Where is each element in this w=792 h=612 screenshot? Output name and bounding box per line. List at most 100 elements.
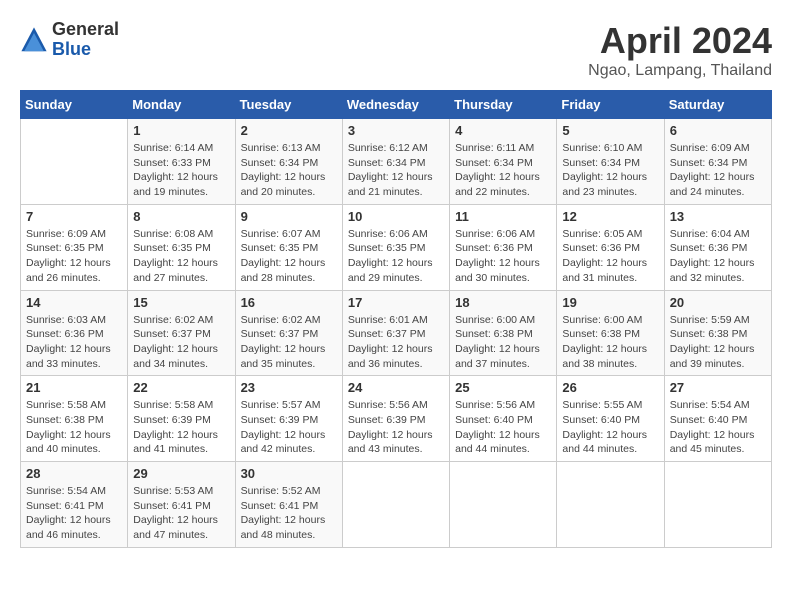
day-header-thursday: Thursday bbox=[450, 91, 557, 119]
cell-info: Sunrise: 5:58 AMSunset: 6:38 PMDaylight:… bbox=[26, 398, 122, 457]
week-row-2: 7Sunrise: 6:09 AMSunset: 6:35 PMDaylight… bbox=[21, 204, 772, 290]
logo-general: General bbox=[52, 20, 119, 40]
calendar-cell: 27 Sunrise: 5:54 AMSunset: 6:40 PMDayligh… bbox=[664, 376, 771, 462]
cell-info: Sunrise: 5:57 AMSunset: 6:39 PMDaylight:… bbox=[241, 398, 337, 457]
day-header-wednesday: Wednesday bbox=[342, 91, 449, 119]
cell-info: Sunrise: 6:12 AMSunset: 6:34 PMDaylight:… bbox=[348, 141, 444, 200]
cell-info: Sunrise: 5:55 AMSunset: 6:40 PMDaylight:… bbox=[562, 398, 658, 457]
cell-info: Sunrise: 5:59 AMSunset: 6:38 PMDaylight:… bbox=[670, 313, 766, 372]
calendar-cell bbox=[557, 462, 664, 548]
cell-info: Sunrise: 5:53 AMSunset: 6:41 PMDaylight:… bbox=[133, 484, 229, 543]
cell-info: Sunrise: 6:00 AMSunset: 6:38 PMDaylight:… bbox=[455, 313, 551, 372]
cell-info: Sunrise: 6:10 AMSunset: 6:34 PMDaylight:… bbox=[562, 141, 658, 200]
calendar-cell: 13 Sunrise: 6:04 AMSunset: 6:36 PMDayligh… bbox=[664, 204, 771, 290]
calendar-cell: 1Sunrise: 6:14 AMSunset: 6:33 PMDaylight… bbox=[128, 119, 235, 205]
cell-info: Sunrise: 5:56 AMSunset: 6:39 PMDaylight:… bbox=[348, 398, 444, 457]
calendar-cell: 28 Sunrise: 5:54 AMSunset: 6:41 PMDayligh… bbox=[21, 462, 128, 548]
calendar-cell: 10Sunrise: 6:06 AMSunset: 6:35 PMDayligh… bbox=[342, 204, 449, 290]
day-number: 28 bbox=[26, 466, 122, 481]
calendar-cell bbox=[21, 119, 128, 205]
calendar-cell: 6 Sunrise: 6:09 AMSunset: 6:34 PMDaylight… bbox=[664, 119, 771, 205]
calendar-cell: 20Sunrise: 5:59 AMSunset: 6:38 PMDayligh… bbox=[664, 290, 771, 376]
calendar-cell: 7Sunrise: 6:09 AMSunset: 6:35 PMDaylight… bbox=[21, 204, 128, 290]
location-title: Ngao, Lampang, Thailand bbox=[588, 62, 772, 80]
day-number: 30 bbox=[241, 466, 337, 481]
cell-info: Sunrise: 6:02 AMSunset: 6:37 PMDaylight:… bbox=[241, 313, 337, 372]
week-row-5: 28 Sunrise: 5:54 AMSunset: 6:41 PMDayligh… bbox=[21, 462, 772, 548]
day-header-monday: Monday bbox=[128, 91, 235, 119]
cell-info: Sunrise: 6:01 AMSunset: 6:37 PMDaylight:… bbox=[348, 313, 444, 372]
day-header-tuesday: Tuesday bbox=[235, 91, 342, 119]
calendar-cell: 15 Sunrise: 6:02 AMSunset: 6:37 PMDayligh… bbox=[128, 290, 235, 376]
header-row: SundayMondayTuesdayWednesdayThursdayFrid… bbox=[21, 91, 772, 119]
calendar-cell bbox=[664, 462, 771, 548]
calendar-cell: 8 Sunrise: 6:08 AMSunset: 6:35 PMDaylight… bbox=[128, 204, 235, 290]
day-number: 25 bbox=[455, 380, 551, 395]
cell-info: Sunrise: 6:14 AMSunset: 6:33 PMDaylight:… bbox=[133, 141, 229, 200]
cell-info: Sunrise: 5:54 AMSunset: 6:40 PMDaylight:… bbox=[670, 398, 766, 457]
day-number: 5 bbox=[562, 123, 658, 138]
cell-info: Sunrise: 5:52 AMSunset: 6:41 PMDaylight:… bbox=[241, 484, 337, 543]
calendar-cell: 21Sunrise: 5:58 AMSunset: 6:38 PMDayligh… bbox=[21, 376, 128, 462]
header: General Blue April 2024 Ngao, Lampang, T… bbox=[20, 20, 772, 80]
cell-info: Sunrise: 5:56 AMSunset: 6:40 PMDaylight:… bbox=[455, 398, 551, 457]
cell-info: Sunrise: 5:54 AMSunset: 6:41 PMDaylight:… bbox=[26, 484, 122, 543]
cell-info: Sunrise: 6:04 AMSunset: 6:36 PMDaylight:… bbox=[670, 227, 766, 286]
week-row-4: 21Sunrise: 5:58 AMSunset: 6:38 PMDayligh… bbox=[21, 376, 772, 462]
calendar-cell: 17 Sunrise: 6:01 AMSunset: 6:37 PMDayligh… bbox=[342, 290, 449, 376]
day-number: 4 bbox=[455, 123, 551, 138]
cell-info: Sunrise: 6:13 AMSunset: 6:34 PMDaylight:… bbox=[241, 141, 337, 200]
calendar-cell: 16Sunrise: 6:02 AMSunset: 6:37 PMDayligh… bbox=[235, 290, 342, 376]
week-row-3: 14Sunrise: 6:03 AMSunset: 6:36 PMDayligh… bbox=[21, 290, 772, 376]
calendar-cell: 14Sunrise: 6:03 AMSunset: 6:36 PMDayligh… bbox=[21, 290, 128, 376]
calendar-cell: 4 Sunrise: 6:11 AMSunset: 6:34 PMDaylight… bbox=[450, 119, 557, 205]
logo: General Blue bbox=[20, 20, 119, 60]
day-number: 27 bbox=[670, 380, 766, 395]
calendar-cell: 3 Sunrise: 6:12 AMSunset: 6:34 PMDaylight… bbox=[342, 119, 449, 205]
cell-info: Sunrise: 6:11 AMSunset: 6:34 PMDaylight:… bbox=[455, 141, 551, 200]
calendar-cell: 24 Sunrise: 5:56 AMSunset: 6:39 PMDayligh… bbox=[342, 376, 449, 462]
calendar-cell: 11 Sunrise: 6:06 AMSunset: 6:36 PMDayligh… bbox=[450, 204, 557, 290]
day-number: 19 bbox=[562, 295, 658, 310]
day-number: 8 bbox=[133, 209, 229, 224]
logo-icon bbox=[20, 26, 48, 54]
day-header-friday: Friday bbox=[557, 91, 664, 119]
day-number: 15 bbox=[133, 295, 229, 310]
calendar-cell: 18 Sunrise: 6:00 AMSunset: 6:38 PMDayligh… bbox=[450, 290, 557, 376]
cell-info: Sunrise: 6:06 AMSunset: 6:35 PMDaylight:… bbox=[348, 227, 444, 286]
day-number: 3 bbox=[348, 123, 444, 138]
day-number: 18 bbox=[455, 295, 551, 310]
day-number: 7 bbox=[26, 209, 122, 224]
cell-info: Sunrise: 6:09 AMSunset: 6:34 PMDaylight:… bbox=[670, 141, 766, 200]
day-number: 29 bbox=[133, 466, 229, 481]
month-title: April 2024 bbox=[588, 20, 772, 62]
day-number: 26 bbox=[562, 380, 658, 395]
day-number: 14 bbox=[26, 295, 122, 310]
day-number: 22 bbox=[133, 380, 229, 395]
calendar-cell: 30 Sunrise: 5:52 AMSunset: 6:41 PMDayligh… bbox=[235, 462, 342, 548]
day-number: 6 bbox=[670, 123, 766, 138]
day-number: 12 bbox=[562, 209, 658, 224]
cell-info: Sunrise: 6:05 AMSunset: 6:36 PMDaylight:… bbox=[562, 227, 658, 286]
cell-info: Sunrise: 5:58 AMSunset: 6:39 PMDaylight:… bbox=[133, 398, 229, 457]
calendar-cell: 2 Sunrise: 6:13 AMSunset: 6:34 PMDaylight… bbox=[235, 119, 342, 205]
day-header-sunday: Sunday bbox=[21, 91, 128, 119]
day-number: 13 bbox=[670, 209, 766, 224]
cell-info: Sunrise: 6:07 AMSunset: 6:35 PMDaylight:… bbox=[241, 227, 337, 286]
calendar-cell: 26 Sunrise: 5:55 AMSunset: 6:40 PMDayligh… bbox=[557, 376, 664, 462]
calendar-cell: 25 Sunrise: 5:56 AMSunset: 6:40 PMDayligh… bbox=[450, 376, 557, 462]
day-number: 23 bbox=[241, 380, 337, 395]
calendar-cell: 22 Sunrise: 5:58 AMSunset: 6:39 PMDayligh… bbox=[128, 376, 235, 462]
day-number: 17 bbox=[348, 295, 444, 310]
calendar-cell bbox=[450, 462, 557, 548]
calendar-table: SundayMondayTuesdayWednesdayThursdayFrid… bbox=[20, 90, 772, 548]
day-number: 2 bbox=[241, 123, 337, 138]
calendar-cell: 23 Sunrise: 5:57 AMSunset: 6:39 PMDayligh… bbox=[235, 376, 342, 462]
cell-info: Sunrise: 6:00 AMSunset: 6:38 PMDaylight:… bbox=[562, 313, 658, 372]
day-number: 9 bbox=[241, 209, 337, 224]
cell-info: Sunrise: 6:06 AMSunset: 6:36 PMDaylight:… bbox=[455, 227, 551, 286]
cell-info: Sunrise: 6:02 AMSunset: 6:37 PMDaylight:… bbox=[133, 313, 229, 372]
day-number: 11 bbox=[455, 209, 551, 224]
day-number: 24 bbox=[348, 380, 444, 395]
cell-info: Sunrise: 6:08 AMSunset: 6:35 PMDaylight:… bbox=[133, 227, 229, 286]
